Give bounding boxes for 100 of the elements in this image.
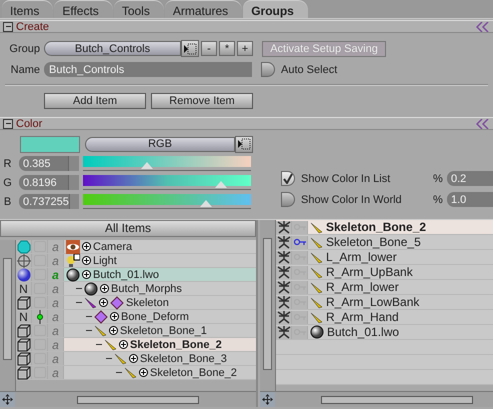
channel-value-field[interactable]: 0.737255 (19, 194, 79, 209)
group-member-row[interactable]: L_Arm_lower (276, 250, 493, 265)
wireframe-cube-icon (16, 338, 30, 352)
group-dropdown[interactable]: Butch_Controls (44, 41, 181, 56)
tab[interactable]: Tools (114, 0, 164, 18)
group-member-row[interactable]: R_Arm_LowBank (276, 295, 493, 310)
tree-row[interactable]: a Camera (16, 240, 256, 254)
channel-slider[interactable] (83, 156, 251, 171)
tree-row[interactable]: a Skeleton_Bone_2 (16, 366, 256, 380)
column-header[interactable]: All Items (0, 220, 256, 237)
figure-icon[interactable] (276, 250, 290, 264)
channel-label: G (2, 176, 13, 188)
tree-row[interactable]: a Skeleton_Bone_1 (16, 324, 256, 338)
plus-circle-icon[interactable] (129, 354, 138, 363)
group-member-row[interactable]: Butch_01.lwo (276, 325, 493, 340)
channel-value-field[interactable]: 0.8196 (19, 175, 79, 190)
figure-icon[interactable] (276, 295, 290, 309)
name-field[interactable]: Butch_Controls (44, 62, 252, 77)
group-label: Group (8, 42, 41, 54)
plus-circle-icon[interactable] (99, 298, 108, 307)
group-small-button[interactable]: - (201, 41, 217, 56)
item-name: Camera (93, 240, 132, 252)
color-mode-dropdown[interactable]: RGB (85, 136, 235, 152)
tab[interactable]: Items (2, 0, 54, 18)
group-member-row[interactable]: R_Arm_UpBank (276, 265, 493, 280)
item-name: Skeleton_Bone_5 (326, 235, 421, 249)
item-name: R_Arm_UpBank (326, 265, 413, 279)
item-name: Skeleton_Bone_2 (326, 220, 426, 234)
tree-row[interactable]: N a Butch_Morphs (16, 282, 256, 296)
item-name: Skeleton (126, 296, 169, 308)
percent-field[interactable]: 1.0 (447, 192, 493, 207)
auto-select-toggle[interactable] (261, 62, 275, 77)
move-icon[interactable] (0, 392, 15, 407)
plus-circle-icon[interactable] (139, 368, 148, 377)
double-chevron-icon[interactable] (476, 22, 490, 32)
percent-field[interactable]: 0.2 (447, 171, 493, 186)
grid-icon (237, 138, 251, 150)
plus-circle-icon[interactable] (82, 256, 91, 265)
item-name: R_Arm_lower (326, 280, 399, 294)
item-button[interactable]: Add Item (44, 92, 146, 108)
checkbox[interactable] (281, 192, 295, 207)
tab[interactable]: Effects (54, 0, 113, 18)
percent-label: % (433, 194, 443, 206)
key-icon[interactable] (294, 238, 306, 246)
plus-circle-icon[interactable] (119, 340, 128, 349)
item-name: Skeleton_Bone_2 (130, 338, 222, 350)
collapse-icon[interactable] (3, 22, 13, 32)
group-member-row[interactable]: R_Arm_Hand (276, 310, 493, 325)
figure-icon[interactable] (276, 220, 290, 234)
channel-slider[interactable] (83, 175, 251, 190)
vertical-scrollbar[interactable] (260, 220, 276, 391)
figure-icon[interactable] (276, 235, 290, 249)
tab[interactable]: Armatures (164, 0, 242, 18)
double-chevron-icon[interactable] (476, 118, 490, 128)
panel-title: Create (16, 20, 50, 32)
group-menu-button[interactable] (181, 40, 199, 57)
item-name: R_Arm_Hand (326, 310, 399, 324)
plus-circle-icon[interactable] (82, 270, 91, 279)
figure-icon[interactable] (276, 325, 290, 339)
checkbox[interactable] (281, 171, 295, 186)
vertical-scrollbar[interactable] (0, 240, 16, 391)
slider-thumb[interactable] (200, 200, 212, 207)
tree-row[interactable]: a Skeleton_Bone_3 (16, 352, 256, 366)
group-member-row[interactable]: Skeleton_Bone_5 (276, 235, 493, 250)
channel-slider[interactable] (83, 194, 251, 209)
group-small-button[interactable]: + (237, 41, 253, 56)
channel-value-field[interactable]: 0.385 (19, 156, 79, 171)
plus-circle-icon[interactable] (82, 242, 91, 251)
wireframe-cube-icon (16, 324, 30, 338)
tree-row[interactable]: a Butch_01.lwo (16, 268, 256, 282)
plus-circle-icon[interactable] (110, 312, 119, 321)
figure-icon[interactable] (276, 265, 290, 279)
panel-title: Color (16, 118, 44, 130)
group-member-row[interactable]: Skeleton_Bone_2 (276, 220, 493, 235)
tree-row[interactable]: a Skeleton_Bone_2 (16, 338, 256, 352)
gem-icon (16, 240, 30, 254)
tree-row[interactable]: a Light (16, 254, 256, 268)
null-label: N (19, 282, 28, 296)
color-mode-menu-button[interactable] (235, 136, 253, 152)
tab[interactable]: Groups (243, 0, 308, 18)
color-swatch[interactable] (20, 136, 80, 152)
move-icon[interactable] (260, 392, 275, 407)
tree-row[interactable]: N a Bone_Deform (16, 310, 256, 324)
figure-icon[interactable] (276, 280, 290, 294)
group-small-button[interactable]: * (219, 41, 235, 56)
item-name: Butch_Morphs (111, 282, 182, 294)
null-label: N (19, 310, 28, 324)
tree-row[interactable]: a Skeleton (16, 296, 256, 310)
plus-circle-icon[interactable] (100, 284, 109, 293)
crosshair-icon (16, 254, 30, 268)
sphere-icon (84, 282, 98, 296)
plus-circle-icon[interactable] (109, 326, 118, 335)
group-member-row[interactable]: R_Arm_lower (276, 280, 493, 295)
figure-icon[interactable] (276, 310, 290, 324)
option-label: Show Color In List (301, 172, 392, 184)
channel-label: B (2, 196, 12, 208)
item-name: Skeleton_Bone_3 (140, 352, 227, 364)
collapse-icon[interactable] (3, 118, 13, 128)
item-button[interactable]: Remove Item (151, 92, 253, 108)
wireframe-cube-icon (16, 366, 30, 380)
